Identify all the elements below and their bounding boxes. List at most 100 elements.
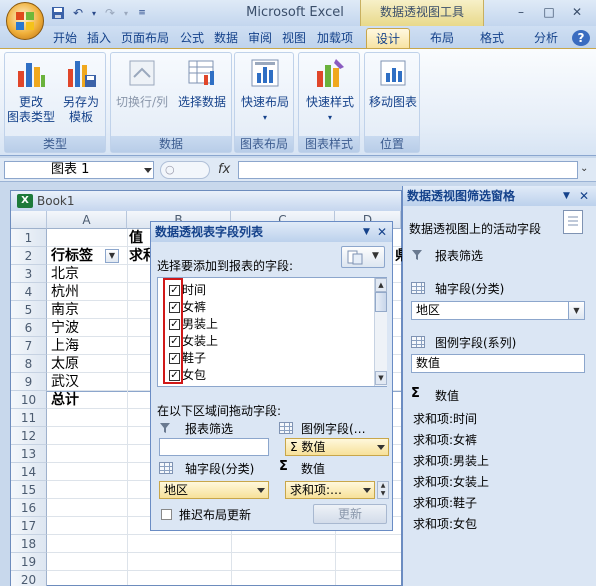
change-chart-type-button[interactable]: 更改 图表类型 (7, 57, 55, 125)
maximize-button[interactable]: □ (536, 3, 562, 21)
name-box[interactable]: 图表 1 (4, 161, 154, 179)
tab-analyze[interactable]: 分析 (524, 28, 568, 48)
row-header[interactable]: 20 (11, 571, 47, 586)
axis-field-chip[interactable]: 地区 (164, 483, 188, 497)
row-header[interactable]: 8 (11, 355, 47, 373)
tab-layout[interactable]: 布局 (420, 28, 464, 48)
row-header[interactable]: 15 (11, 481, 47, 499)
row-header[interactable]: 6 (11, 319, 47, 337)
values-spin-icon[interactable]: ▲ ▼ (377, 481, 389, 499)
insert-function-button[interactable]: fx (218, 162, 230, 177)
field-item-time[interactable]: ✓ 时间 (169, 282, 206, 299)
row-header[interactable]: 14 (11, 463, 47, 481)
tab-home[interactable]: 开始 (48, 28, 82, 48)
quick-style-button[interactable]: 快速样式 ▾ (301, 57, 359, 125)
row-header[interactable]: 11 (11, 409, 47, 427)
update-button[interactable]: 更新 (313, 504, 387, 524)
tab-page-layout[interactable]: 页面布局 (116, 28, 174, 48)
save-icon[interactable] (50, 5, 66, 21)
scroll-thumb[interactable] (375, 292, 387, 312)
formula-input[interactable] (238, 161, 578, 179)
row-header[interactable]: 7 (11, 337, 47, 355)
defer-update-checkbox[interactable] (161, 509, 172, 520)
redo-icon[interactable]: ↷ (102, 5, 118, 21)
row-header[interactable]: 17 (11, 517, 47, 535)
grid-row[interactable] (47, 571, 401, 586)
value-item[interactable]: 求和项:女装上 (413, 473, 489, 490)
values-field-dropdown-icon[interactable] (363, 488, 371, 493)
pane-close-icon[interactable]: ✕ (377, 222, 387, 242)
tab-format[interactable]: 格式 (470, 28, 514, 48)
field-list-scrollbar[interactable]: ▲ ▼ (374, 278, 387, 386)
field-item-womens-bags[interactable]: ✓ 女包 (169, 367, 206, 384)
field-list-layout-button[interactable]: ▼ (341, 246, 385, 268)
legend-field-chip[interactable]: Σ 数值 (290, 440, 325, 454)
grid-row[interactable] (47, 553, 401, 571)
row-header[interactable]: 18 (11, 535, 47, 553)
quick-layout-button[interactable]: 快速布局 ▾ (237, 57, 293, 125)
tab-design[interactable]: 设计 (366, 28, 410, 48)
report-filter-dropzone[interactable] (159, 438, 269, 456)
move-chart-button[interactable]: 移动图表 (367, 57, 419, 110)
switch-row-column-button[interactable]: 切换行/列 (113, 57, 171, 110)
office-button[interactable] (6, 2, 44, 40)
undo-dropdown-icon[interactable]: ▾ (90, 5, 98, 21)
values-dropzone[interactable]: 求和项:… (285, 481, 375, 499)
help-icon[interactable]: ? (572, 30, 590, 46)
select-data-button[interactable]: 选择数据 (173, 57, 231, 110)
minimize-button[interactable]: – (508, 3, 534, 21)
field-item-womens-pants[interactable]: ✓ 女裤 (169, 299, 206, 316)
tab-insert[interactable]: 插入 (84, 28, 114, 48)
row-header[interactable]: 1 (11, 229, 47, 247)
tab-formulas[interactable]: 公式 (176, 28, 208, 48)
axis-field-select[interactable]: 地区 ▼ (411, 301, 585, 320)
select-all-corner[interactable] (11, 211, 47, 229)
customize-qat-icon[interactable]: ≡ (134, 5, 150, 21)
axis-fields-dropzone[interactable]: 地区 (159, 481, 269, 499)
axis-field-dropdown-icon[interactable] (257, 488, 265, 493)
row-header[interactable]: 2 (11, 247, 47, 265)
legend-field-dropdown-icon[interactable] (377, 445, 385, 450)
grid-row[interactable] (47, 535, 401, 553)
row-header[interactable]: 5 (11, 301, 47, 319)
row-header[interactable]: 16 (11, 499, 47, 517)
filter-pane-close-icon[interactable]: ✕ (579, 186, 589, 206)
row-header[interactable]: 10 (11, 391, 47, 409)
column-header-a[interactable]: A (47, 211, 127, 229)
save-as-template-button[interactable]: 另存为 模板 (57, 57, 105, 125)
pane-options-icon[interactable]: ▼ (363, 222, 370, 242)
row-header[interactable]: 19 (11, 553, 47, 571)
formula-bar-resize-handle[interactable]: ○ (160, 161, 210, 179)
value-item[interactable]: 求和项:男装上 (413, 452, 489, 469)
field-item-shoes[interactable]: ✓ 鞋子 (169, 350, 206, 367)
tab-view[interactable]: 视图 (278, 28, 310, 48)
legend-field-select[interactable]: 数值 (411, 354, 585, 373)
scroll-up-icon[interactable]: ▲ (375, 278, 387, 292)
field-list-toggle-button[interactable] (563, 210, 583, 234)
field-item-mens-tops[interactable]: ✓ 男装上 (169, 316, 218, 333)
value-item[interactable]: 求和项:女裤 (413, 431, 477, 448)
value-item[interactable]: 求和项:女包 (413, 515, 477, 532)
legend-fields-dropzone[interactable]: Σ 数值 (285, 438, 389, 456)
redo-dropdown-icon[interactable]: ▾ (122, 5, 130, 21)
name-box-dropdown-icon[interactable] (144, 168, 152, 173)
value-item[interactable]: 求和项:时间 (413, 410, 477, 427)
values-field-chip[interactable]: 求和项:… (290, 483, 342, 497)
tab-addins[interactable]: 加载项 (312, 28, 358, 48)
value-item[interactable]: 求和项:鞋子 (413, 494, 477, 511)
row-header[interactable]: 4 (11, 283, 47, 301)
row-header[interactable]: 3 (11, 265, 47, 283)
scroll-down-icon[interactable]: ▼ (375, 371, 387, 385)
filter-pane-options-icon[interactable]: ▼ (563, 186, 570, 206)
row-header[interactable]: 12 (11, 427, 47, 445)
checkbox-highlight-box (163, 278, 183, 384)
axis-field-dropdown-icon-pane[interactable]: ▼ (568, 302, 584, 319)
expand-formula-bar-icon[interactable]: ⌄ (580, 163, 588, 174)
close-button[interactable]: ✕ (564, 3, 590, 21)
row-header[interactable]: 9 (11, 373, 47, 391)
tab-review[interactable]: 审阅 (244, 28, 276, 48)
tab-data[interactable]: 数据 (210, 28, 242, 48)
row-header[interactable]: 13 (11, 445, 47, 463)
undo-icon[interactable]: ↶ (70, 5, 86, 21)
field-item-womens-tops[interactable]: ✓ 女装上 (169, 333, 218, 350)
